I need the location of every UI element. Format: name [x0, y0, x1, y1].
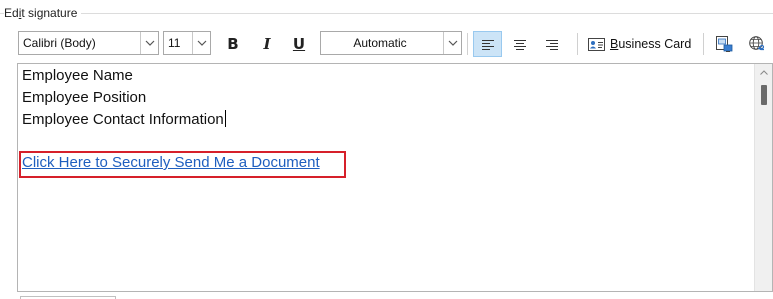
chevron-down-icon[interactable] [140, 32, 158, 54]
scroll-up-arrow-icon[interactable] [755, 64, 772, 80]
scroll-thumb[interactable] [761, 85, 767, 105]
align-left-icon [481, 39, 494, 50]
font-color-value: Automatic [353, 36, 407, 50]
insert-picture-button[interactable] [711, 31, 737, 57]
toolbar-separator [577, 33, 578, 55]
align-center-icon [513, 39, 526, 50]
chevron-down-icon[interactable] [443, 32, 461, 54]
insert-picture-icon [716, 36, 733, 52]
hyperlink-icon [749, 36, 765, 51]
bold-icon: B [227, 35, 239, 53]
signature-editor[interactable]: Employee Name Employee Position Employee… [17, 63, 773, 292]
align-left-button[interactable] [473, 31, 502, 57]
signature-line-position[interactable]: Employee Position [22, 88, 146, 108]
text-caret [224, 110, 226, 127]
insert-hyperlink-button[interactable] [744, 31, 770, 57]
business-card-label: Business Card [610, 37, 692, 51]
secure-document-link[interactable]: Click Here to Securely Send Me a Documen… [22, 153, 320, 173]
bold-button[interactable]: B [220, 31, 246, 57]
italic-icon: I [263, 35, 271, 53]
group-border [0, 13, 773, 14]
edit-signature-panel: Edit signature Calibri (Body) 11 B I U A… [0, 0, 773, 299]
align-right-button[interactable] [537, 31, 566, 57]
underline-icon: U [292, 35, 306, 53]
font-size-value: 11 [168, 36, 181, 50]
font-color-dropdown[interactable]: Automatic [320, 31, 462, 55]
edit-signature-label: Edit signature [4, 6, 82, 21]
underline-button[interactable]: U [286, 31, 312, 57]
formatting-toolbar: Calibri (Body) 11 B I U Automatic Busine… [18, 31, 773, 57]
chevron-down-icon[interactable] [192, 32, 210, 54]
font-size-dropdown[interactable]: 11 [163, 31, 211, 55]
align-center-button[interactable] [505, 31, 534, 57]
signature-line-contact[interactable]: Employee Contact Information [22, 110, 226, 130]
font-family-value: Calibri (Body) [23, 36, 96, 50]
font-family-dropdown[interactable]: Calibri (Body) [18, 31, 159, 55]
vertical-scrollbar[interactable] [754, 64, 772, 291]
signature-line-name[interactable]: Employee Name [22, 66, 133, 86]
business-card-icon [588, 37, 605, 51]
business-card-button[interactable]: Business Card [584, 31, 698, 57]
align-right-icon [545, 39, 558, 50]
toolbar-separator [703, 33, 704, 55]
italic-button[interactable]: I [254, 31, 280, 57]
toolbar-separator [467, 33, 468, 55]
